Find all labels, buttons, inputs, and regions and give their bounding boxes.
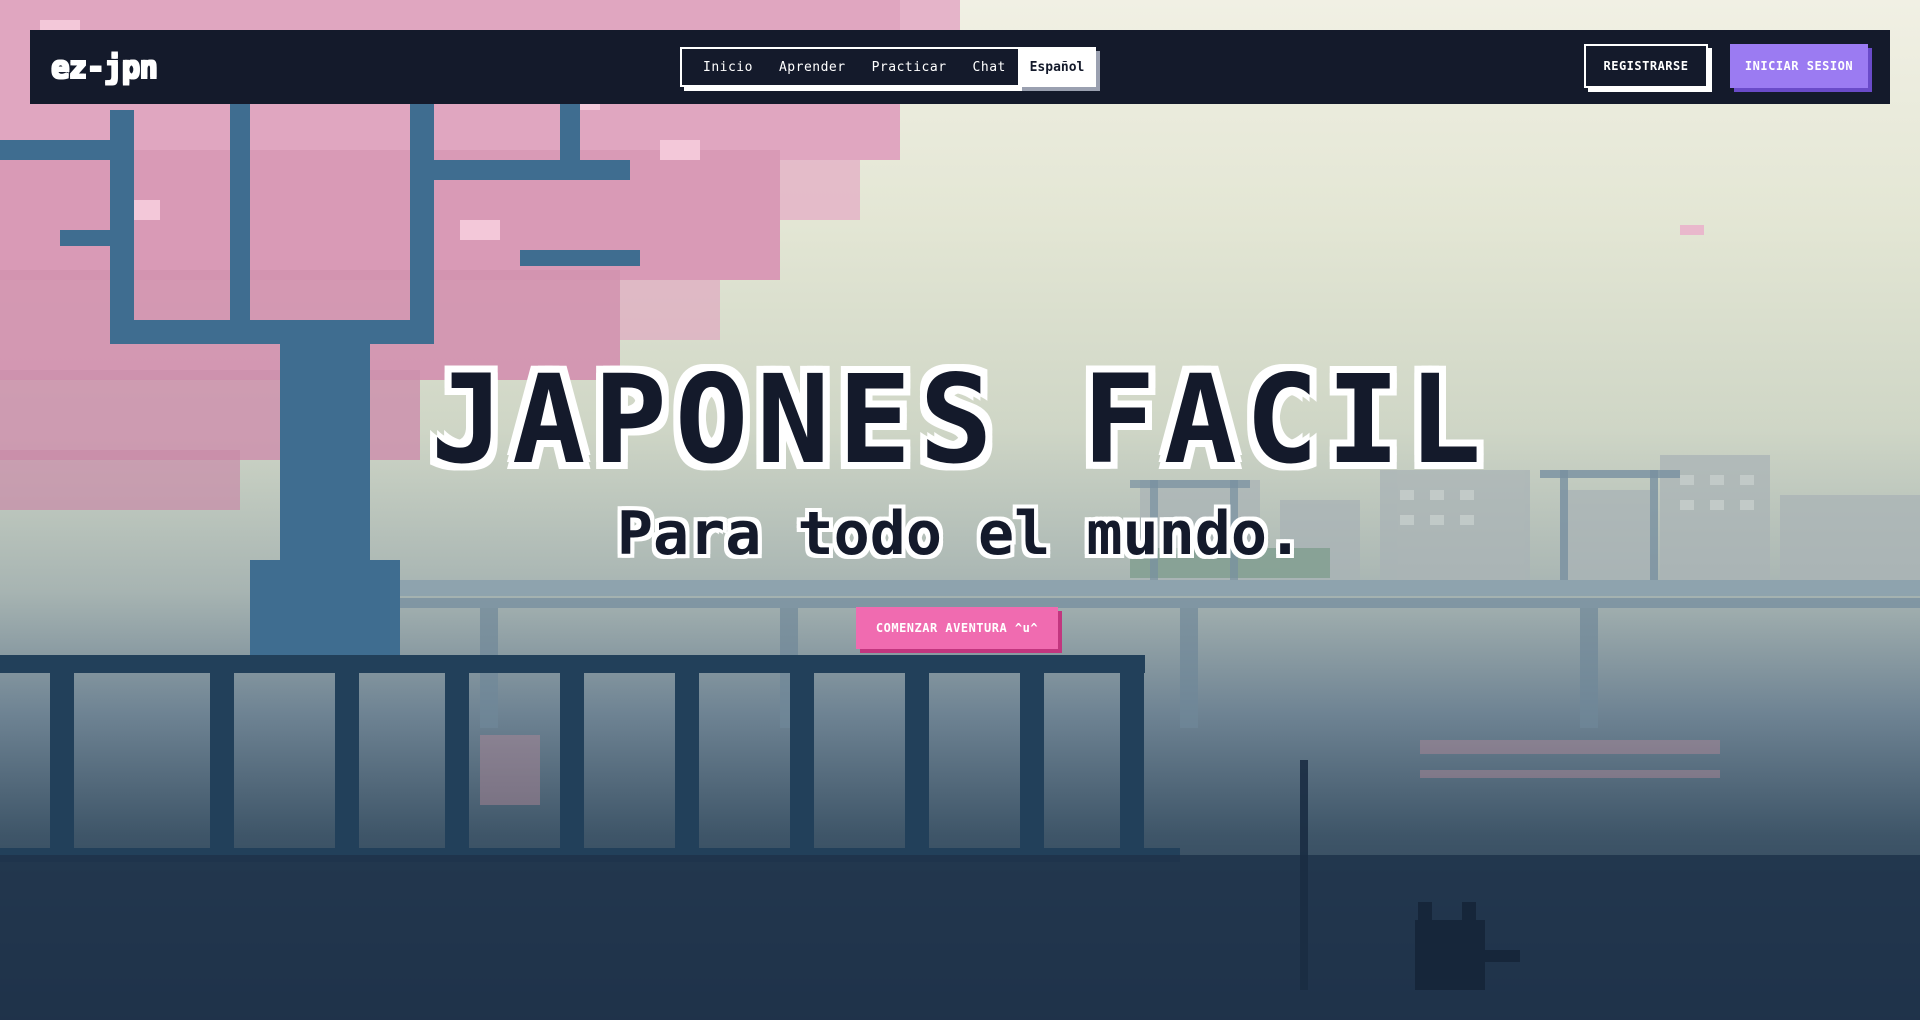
start-adventure-button[interactable]: COMENZAR AVENTURA ^u^ — [856, 607, 1058, 649]
main-nav: Inicio Aprender Practicar Chat — [680, 47, 1029, 87]
distant-red-structures — [480, 735, 1720, 805]
nav-link-aprender[interactable]: Aprender — [766, 60, 859, 75]
hero-title: JAPONES FACIL — [430, 349, 1490, 491]
hero-subtitle: Para todo el mundo. — [616, 499, 1304, 569]
site-logo[interactable]: ez-jpn — [50, 46, 157, 88]
lamp-post — [1300, 760, 1308, 990]
language-selector[interactable]: Español — [1018, 47, 1096, 87]
nav-link-inicio[interactable]: Inicio — [690, 60, 766, 75]
register-button[interactable]: REGISTRARSE — [1584, 44, 1708, 88]
ground — [0, 855, 1920, 1020]
bridge-railing — [0, 655, 1180, 862]
nav-link-practicar[interactable]: Practicar — [859, 60, 960, 75]
nav-link-chat[interactable]: Chat — [960, 60, 1019, 75]
top-navbar: ez-jpn Inicio Aprender Practicar Chat Es… — [30, 30, 1890, 104]
login-button[interactable]: INICIAR SESION — [1730, 44, 1868, 88]
